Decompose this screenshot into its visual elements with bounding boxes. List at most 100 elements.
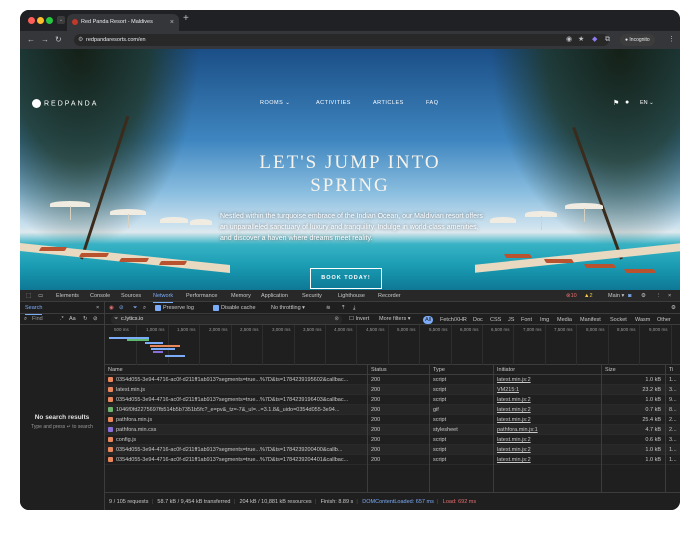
- filter-socket[interactable]: Socket: [608, 316, 629, 324]
- language-selector[interactable]: EN ⌄: [640, 100, 654, 106]
- column-name[interactable]: Name: [108, 365, 123, 375]
- clear-filter-icon[interactable]: ⊗: [334, 315, 339, 324]
- nav-activities[interactable]: ACTIVITIES: [316, 100, 351, 106]
- chat-icon[interactable]: ●: [625, 99, 629, 106]
- table-row[interactable]: 0354d055-3e94-4716-ac0f-d211ff1ab913?seg…: [105, 375, 680, 385]
- settings-gear-icon[interactable]: ⚙: [641, 290, 646, 302]
- request-initiator[interactable]: latest.min.js:2: [497, 445, 597, 455]
- request-initiator[interactable]: VM215:1: [497, 385, 597, 395]
- tab-sources[interactable]: Sources: [121, 290, 141, 302]
- disable-cache-checkbox[interactable]: Disable cache: [213, 302, 256, 314]
- close-devtools-icon[interactable]: ×: [668, 290, 671, 302]
- filter-css[interactable]: CSS: [488, 316, 503, 324]
- nav-rooms[interactable]: ROOMS ⌄: [260, 100, 290, 106]
- device-toolbar-icon[interactable]: ▭: [38, 290, 43, 302]
- devtools-menu-icon[interactable]: ⋮: [656, 290, 662, 302]
- regex-toggle[interactable]: .*: [60, 314, 64, 325]
- network-settings-icon[interactable]: ⚙: [671, 302, 676, 314]
- bookmark-star-icon[interactable]: ★: [578, 34, 584, 46]
- column-divider[interactable]: [367, 365, 368, 492]
- export-har-icon[interactable]: ⤓: [353, 302, 355, 314]
- column-status[interactable]: Status: [371, 365, 387, 375]
- incognito-badge[interactable]: ● Incognito: [620, 34, 655, 46]
- request-initiator[interactable]: latest.min.js:2: [497, 375, 597, 385]
- table-row[interactable]: 1046f0fd2275697fb514b5b7351b5fc?_e=pv&_t…: [105, 405, 680, 415]
- warning-count-badge[interactable]: ▲2: [584, 290, 593, 302]
- tab-memory[interactable]: Memory: [231, 290, 251, 302]
- column-type[interactable]: Type: [433, 365, 445, 375]
- tab-application[interactable]: Application: [261, 290, 288, 302]
- error-count-badge[interactable]: ⊗10: [566, 290, 577, 302]
- context-selector[interactable]: Main ▾: [608, 290, 624, 302]
- filter-icon[interactable]: ⏷: [133, 302, 137, 314]
- filter-font[interactable]: Font: [519, 316, 534, 324]
- extensions-puzzle-icon[interactable]: ⧉: [605, 34, 610, 46]
- network-conditions-icon[interactable]: ≋: [326, 302, 331, 314]
- site-logo[interactable]: REDPANDA: [32, 99, 98, 108]
- forward-icon[interactable]: →: [41, 35, 49, 45]
- minimize-window-button[interactable]: [37, 17, 44, 24]
- filter-js[interactable]: JS: [506, 316, 516, 324]
- request-initiator[interactable]: latest.min.js:2: [497, 405, 597, 415]
- find-input[interactable]: Find: [32, 314, 43, 325]
- filter-doc[interactable]: Doc: [471, 316, 485, 324]
- tab-recorder[interactable]: Recorder: [378, 290, 401, 302]
- record-stop-icon[interactable]: ◉: [109, 302, 114, 314]
- column-divider[interactable]: [601, 365, 602, 492]
- maximize-window-button[interactable]: [46, 17, 53, 24]
- menu-kebab-icon[interactable]: ⋮: [668, 34, 675, 46]
- match-case-toggle[interactable]: Aa: [69, 314, 76, 325]
- tab-console[interactable]: Console: [90, 290, 110, 302]
- tab-search-icon[interactable]: ⌄: [57, 16, 65, 24]
- book-today-button[interactable]: BOOK TODAY!: [310, 268, 382, 289]
- preserve-log-checkbox[interactable]: Preserve log: [155, 302, 194, 314]
- filter-img[interactable]: Img: [538, 316, 551, 324]
- site-info-icon[interactable]: ⚙: [78, 34, 83, 46]
- tab-security[interactable]: Security: [302, 290, 322, 302]
- inspect-element-icon[interactable]: ⬚: [26, 290, 31, 302]
- request-initiator[interactable]: latest.min.js:2: [497, 415, 597, 425]
- request-initiator[interactable]: latest.min.js:2: [497, 395, 597, 405]
- throttling-select[interactable]: No throttling ▾: [271, 302, 305, 314]
- flag-icon[interactable]: ⚑: [613, 99, 619, 107]
- nav-faq[interactable]: FAQ: [426, 100, 439, 106]
- table-row[interactable]: 0354d055-3e94-4716-ac0f-d211ff1ab913?seg…: [105, 455, 680, 465]
- table-row[interactable]: 0354d055-3e94-4716-ac0f-d211ff1ab913?seg…: [105, 395, 680, 405]
- tab-performance[interactable]: Performance: [186, 290, 218, 302]
- filter-other[interactable]: Other: [655, 316, 673, 324]
- column-divider[interactable]: [429, 365, 430, 492]
- request-initiator[interactable]: latest.min.js:2: [497, 455, 597, 465]
- new-tab-icon[interactable]: +: [183, 13, 189, 24]
- extension-icon[interactable]: ◆: [592, 34, 597, 46]
- filter-manifest[interactable]: Manifest: [578, 316, 603, 324]
- reload-icon[interactable]: ↻: [55, 35, 62, 45]
- search-network-icon[interactable]: ⌕: [143, 302, 146, 314]
- network-overview-timeline[interactable]: 500 ms 1,000 ms 1,500 ms 2,000 ms 2,500 ms 3,…: [105, 325, 680, 365]
- table-row[interactable]: latest.min.js 200 script VM215:1 23.2 kB 3...: [105, 385, 680, 395]
- request-initiator[interactable]: pathfora.min.js:1: [497, 425, 597, 435]
- clear-search-icon[interactable]: ⊘: [93, 314, 98, 325]
- table-row[interactable]: pathfora.min.css 200 stylesheet pathfora.mi…: [105, 425, 680, 435]
- table-row[interactable]: pathfora.min.js 200 script latest.min.js:2 2…: [105, 415, 680, 425]
- back-icon[interactable]: ←: [27, 35, 35, 45]
- refresh-search-icon[interactable]: ↻: [83, 314, 88, 325]
- column-size[interactable]: Size: [605, 365, 616, 375]
- more-filters-dropdown[interactable]: More filters ▾: [379, 314, 411, 325]
- url-field[interactable]: ⚙ redpandaresorts.com/en: [74, 34, 609, 46]
- import-har-icon[interactable]: ⤒: [342, 302, 344, 314]
- column-initiator[interactable]: Initiator: [497, 365, 515, 375]
- column-divider[interactable]: [493, 365, 494, 492]
- table-row[interactable]: config.js 200 script latest.min.js:2 0.6 kB 3…: [105, 435, 680, 445]
- request-initiator[interactable]: latest.min.js:2: [497, 435, 597, 445]
- nav-articles[interactable]: ARTICLES: [373, 100, 404, 106]
- close-tab-icon[interactable]: ×: [170, 14, 174, 31]
- filter-media[interactable]: Media: [555, 316, 574, 324]
- tab-lighthouse[interactable]: Lighthouse: [338, 290, 365, 302]
- tab-elements[interactable]: Elements: [56, 290, 79, 302]
- clear-log-icon[interactable]: ⊘: [119, 302, 124, 314]
- filter-fetch-xhr[interactable]: Fetch/XHR: [438, 316, 469, 324]
- filter-wasm[interactable]: Wasm: [633, 316, 652, 324]
- filter-all[interactable]: All: [423, 316, 434, 324]
- table-row[interactable]: 0354d055-3e94-4716-ac0f-d211ff1ab913?seg…: [105, 445, 680, 455]
- filter-input[interactable]: ⏷ c.lytics.io ⊗: [111, 315, 342, 324]
